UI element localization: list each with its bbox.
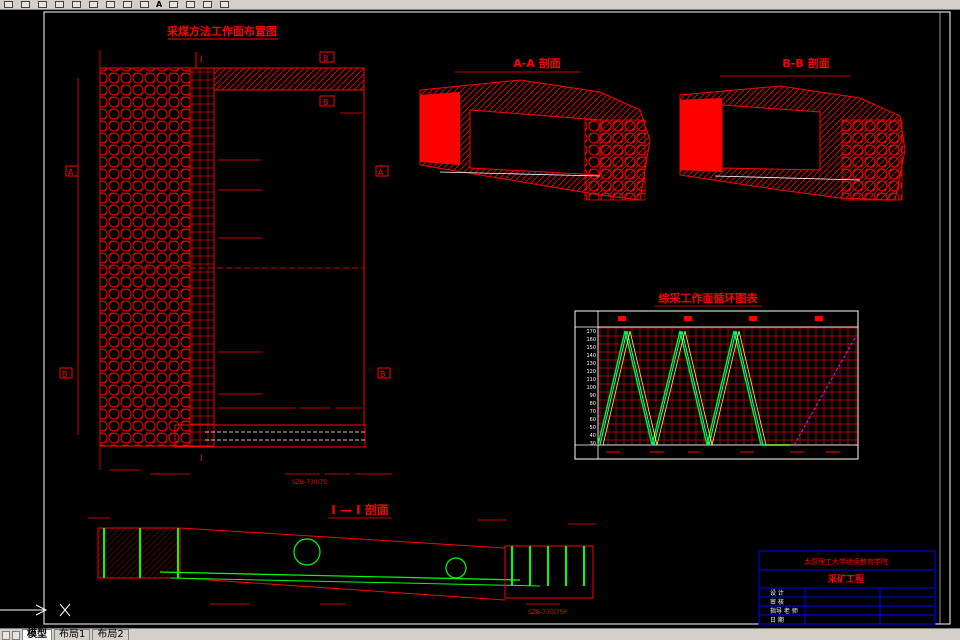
layout-tab-bar: 模型 布局1 布局2 xyxy=(0,628,960,640)
zoom-icon[interactable] xyxy=(186,1,196,8)
copy-icon[interactable] xyxy=(89,1,98,8)
chart-y-axis-ticks: 170 160 150 140 130 120 110 100 90 80 70 60 50 40 30 xyxy=(586,329,596,447)
support-column xyxy=(189,67,215,447)
bb-title: B-B 剖面 xyxy=(782,56,829,70)
tab-model[interactable]: 模型 xyxy=(22,629,52,640)
section-title: I — I 剖面 xyxy=(331,502,388,517)
chart-y-tick-label: 160 xyxy=(586,337,596,343)
chart-y-tick-label: 110 xyxy=(586,377,596,383)
aa-section: A-A 剖面 xyxy=(419,56,651,201)
text-style-icon[interactable]: A xyxy=(156,0,162,9)
chart-y-tick-label: 60 xyxy=(590,417,596,423)
section-label-B-2: B xyxy=(323,98,329,107)
title-block-row-2: 审 核 xyxy=(770,598,784,606)
chart-y-tick-label: 150 xyxy=(586,345,596,351)
drawing-canvas[interactable]: 采煤方法工作面布置图 I I B B A A B B SZB-730/75 A-… xyxy=(0,10,960,628)
chart-y-tick-label: 80 xyxy=(590,401,596,407)
properties-icon[interactable] xyxy=(203,1,213,8)
chart-y-tick-label: 120 xyxy=(586,369,596,375)
plan-view: 采煤方法工作面布置图 I I B B A A B B SZB-730/75 xyxy=(59,24,392,486)
section-label-A-right: A xyxy=(378,168,384,177)
chart-y-tick-label: 90 xyxy=(590,393,596,399)
chart-y-tick-label: 50 xyxy=(590,425,596,431)
title-block-school: 太原理工大学继续教育学院 xyxy=(804,557,888,566)
cycle-chart: 综采工作面循环图表 170 160 150 140 130 120 110 100 90 80 70… xyxy=(574,291,859,460)
plan-title: 采煤方法工作面布置图 xyxy=(166,24,277,38)
open-icon[interactable] xyxy=(21,1,30,8)
redo-icon[interactable] xyxy=(140,1,149,8)
ii-section: I — I 剖面 SZB-730/75P xyxy=(88,502,596,616)
chart-y-tick-label: 30 xyxy=(590,441,596,447)
section-label-B-top: B xyxy=(323,54,329,63)
section-label-I-top: I xyxy=(200,55,203,65)
bb-section: B-B 剖面 xyxy=(679,56,906,201)
chart-y-tick-label: 40 xyxy=(590,433,596,439)
title-block-row-4: 日 期 xyxy=(770,616,784,624)
title-block-project: 采矿工程 xyxy=(827,573,864,585)
aa-title: A-A 剖面 xyxy=(513,56,560,70)
cut-icon[interactable] xyxy=(72,1,81,8)
section-label-B-right: B xyxy=(380,370,386,379)
equipment-code-1: SZB-730/75 xyxy=(292,479,327,486)
ucs-icon xyxy=(0,603,71,617)
tab-layout1[interactable]: 布局1 xyxy=(54,629,91,640)
title-block: 太原理工大学继续教育学院 采矿工程 设 计 审 核 指导 老 师 日 期 xyxy=(758,550,936,625)
section-label-I-bottom: I xyxy=(200,454,203,464)
title-block-row-3: 指导 老 师 xyxy=(770,607,798,615)
undo-icon[interactable] xyxy=(123,1,132,8)
chart-y-tick-label: 140 xyxy=(586,353,596,359)
chart-y-tick-label: 130 xyxy=(586,361,596,367)
section-label-B-left: B xyxy=(62,370,68,379)
chart-y-tick-label: 170 xyxy=(586,329,596,335)
print-icon[interactable] xyxy=(55,1,64,8)
layer-icon[interactable] xyxy=(220,1,230,8)
cycle-title: 综采工作面循环图表 xyxy=(659,291,759,305)
equipment-code-2: SZB-730/75P xyxy=(528,609,567,616)
section-label-A-left: A xyxy=(68,168,74,177)
save-icon[interactable] xyxy=(38,1,47,8)
goaf-rock-area xyxy=(99,67,191,447)
paste-icon[interactable] xyxy=(106,1,115,8)
chart-y-tick-label: 100 xyxy=(586,385,596,391)
pan-icon[interactable] xyxy=(169,1,179,8)
top-roadway xyxy=(213,67,365,91)
chart-y-tick-label: 70 xyxy=(590,409,596,415)
tab-layout2[interactable]: 布局2 xyxy=(92,629,129,640)
chart-plot-area xyxy=(597,326,859,446)
new-icon[interactable] xyxy=(4,1,13,8)
toolbar: A xyxy=(0,0,960,10)
title-block-row-1: 设 计 xyxy=(770,589,784,597)
